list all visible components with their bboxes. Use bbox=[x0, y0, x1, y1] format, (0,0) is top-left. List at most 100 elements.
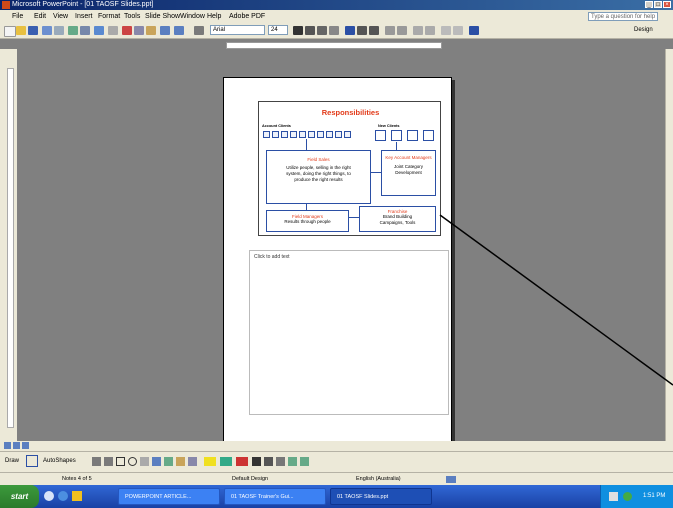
rectangle-icon[interactable] bbox=[116, 457, 125, 466]
arrow-icon[interactable] bbox=[104, 457, 113, 466]
new-client-square bbox=[423, 130, 434, 141]
print-icon[interactable] bbox=[68, 26, 78, 35]
field-managers-text: Results through people bbox=[284, 219, 331, 224]
normal-view-icon[interactable] bbox=[4, 442, 11, 449]
wordart-icon[interactable] bbox=[152, 457, 161, 466]
oval-icon[interactable] bbox=[128, 457, 137, 466]
draw-menu[interactable]: Draw bbox=[5, 458, 19, 464]
client-square bbox=[281, 131, 288, 138]
menu-slide-show[interactable]: Slide Show bbox=[145, 10, 180, 23]
horizontal-ruler[interactable] bbox=[226, 42, 442, 49]
new-icon[interactable] bbox=[4, 26, 16, 37]
menu-file[interactable]: File bbox=[12, 10, 23, 23]
increase-font-icon[interactable] bbox=[413, 26, 423, 35]
copy-icon[interactable] bbox=[134, 26, 144, 35]
quick-launch-desktop-icon[interactable] bbox=[58, 491, 68, 501]
quick-launch-ie-icon[interactable] bbox=[44, 491, 54, 501]
align-left-icon[interactable] bbox=[345, 26, 355, 35]
franchise-box: Franchise Brand Building Campaigns, Tool… bbox=[359, 206, 436, 232]
line-style-icon[interactable] bbox=[252, 457, 261, 466]
client-square bbox=[263, 131, 270, 138]
font-color-icon[interactable] bbox=[469, 26, 479, 35]
spelling-status-icon[interactable] bbox=[446, 476, 456, 483]
connector-line bbox=[371, 172, 381, 173]
slide-show-view-icon[interactable] bbox=[22, 442, 29, 449]
decrease-font-icon[interactable] bbox=[425, 26, 435, 35]
autoshapes-menu[interactable]: AutoShapes bbox=[43, 458, 76, 464]
decrease-indent-icon[interactable] bbox=[441, 26, 451, 35]
select-objects-icon[interactable] bbox=[26, 455, 38, 467]
3d-style-icon[interactable] bbox=[300, 457, 309, 466]
shadow-style-icon[interactable] bbox=[288, 457, 297, 466]
menu-window[interactable]: Window bbox=[180, 10, 205, 23]
vertical-scrollbar[interactable] bbox=[665, 49, 673, 441]
tray-network-icon[interactable] bbox=[609, 492, 618, 501]
client-square bbox=[317, 131, 324, 138]
slide-sorter-view-icon[interactable] bbox=[13, 442, 20, 449]
align-center-icon[interactable] bbox=[357, 26, 367, 35]
permission-icon[interactable] bbox=[42, 26, 52, 35]
cut-icon[interactable] bbox=[122, 26, 132, 35]
arrow-style-icon[interactable] bbox=[276, 457, 285, 466]
help-search-input[interactable]: Type a question for help bbox=[588, 12, 658, 21]
slide-thumbnail[interactable]: Responsibilities Account Clients New Cli… bbox=[258, 101, 441, 236]
minimize-button[interactable]: _ bbox=[645, 1, 653, 8]
tray-antivirus-icon[interactable] bbox=[623, 492, 632, 501]
save-icon[interactable] bbox=[28, 26, 38, 35]
powerpoint-app-icon[interactable] bbox=[2, 1, 10, 9]
italic-icon[interactable] bbox=[305, 26, 315, 35]
new-client-square bbox=[375, 130, 386, 141]
font-select[interactable]: Arial bbox=[210, 25, 265, 35]
open-icon[interactable] bbox=[16, 26, 26, 35]
font-size-select[interactable]: 24 bbox=[268, 25, 288, 35]
slide-title: Responsibilities bbox=[321, 108, 380, 117]
task-trainers-guide[interactable]: 01 TAOSF Trainer's Gui... bbox=[224, 488, 326, 505]
shadow-icon[interactable] bbox=[329, 26, 339, 35]
menu-insert[interactable]: Insert bbox=[75, 10, 93, 23]
picture-icon[interactable] bbox=[188, 457, 197, 466]
draw-font-color-icon[interactable] bbox=[236, 457, 248, 466]
email-icon[interactable] bbox=[54, 26, 64, 35]
toolbar: Arial 24 Design bbox=[0, 23, 673, 39]
menu-format[interactable]: Format bbox=[98, 10, 120, 23]
line-color-icon[interactable] bbox=[220, 457, 232, 466]
align-right-icon[interactable] bbox=[369, 26, 379, 35]
menu-edit[interactable]: Edit bbox=[34, 10, 46, 23]
design-button[interactable]: Design bbox=[634, 25, 670, 35]
diagram-icon[interactable] bbox=[164, 457, 173, 466]
redo-icon[interactable] bbox=[174, 26, 184, 35]
vertical-ruler[interactable] bbox=[7, 68, 14, 428]
chart-icon[interactable] bbox=[194, 26, 204, 35]
task-powerpoint-article[interactable]: POWERPOINT ARTICLE... bbox=[118, 488, 220, 505]
start-button[interactable]: start bbox=[0, 485, 39, 508]
close-button[interactable]: × bbox=[663, 1, 671, 8]
menu-tools[interactable]: Tools bbox=[124, 10, 140, 23]
menu-view[interactable]: View bbox=[53, 10, 68, 23]
bullets-icon[interactable] bbox=[397, 26, 407, 35]
text-box-icon[interactable] bbox=[140, 457, 149, 466]
numbering-icon[interactable] bbox=[385, 26, 395, 35]
client-square bbox=[344, 131, 351, 138]
print-preview-icon[interactable] bbox=[80, 26, 90, 35]
notes-placeholder[interactable]: Click to add text bbox=[249, 250, 449, 415]
paste-icon[interactable] bbox=[146, 26, 156, 35]
menu-adobe-pdf[interactable]: Adobe PDF bbox=[229, 10, 265, 23]
maximize-button[interactable]: □ bbox=[654, 1, 662, 8]
research-icon[interactable] bbox=[108, 26, 118, 35]
line-icon[interactable] bbox=[92, 457, 101, 466]
quick-launch-folder-icon[interactable] bbox=[72, 491, 82, 501]
dash-style-icon[interactable] bbox=[264, 457, 273, 466]
fill-color-icon[interactable] bbox=[204, 457, 216, 466]
increase-indent-icon[interactable] bbox=[453, 26, 463, 35]
client-square bbox=[308, 131, 315, 138]
task-taosf-slides[interactable]: 01 TAOSF Slides.ppt bbox=[330, 488, 432, 505]
underline-icon[interactable] bbox=[317, 26, 327, 35]
right-group-label: New Clients bbox=[378, 124, 400, 128]
connector-line bbox=[349, 217, 359, 218]
undo-icon[interactable] bbox=[160, 26, 170, 35]
menu-help[interactable]: Help bbox=[207, 10, 221, 23]
spelling-icon[interactable] bbox=[94, 26, 104, 35]
drawing-toolbar: Draw AutoShapes bbox=[0, 451, 673, 473]
bold-icon[interactable] bbox=[293, 26, 303, 35]
clip-art-icon[interactable] bbox=[176, 457, 185, 466]
